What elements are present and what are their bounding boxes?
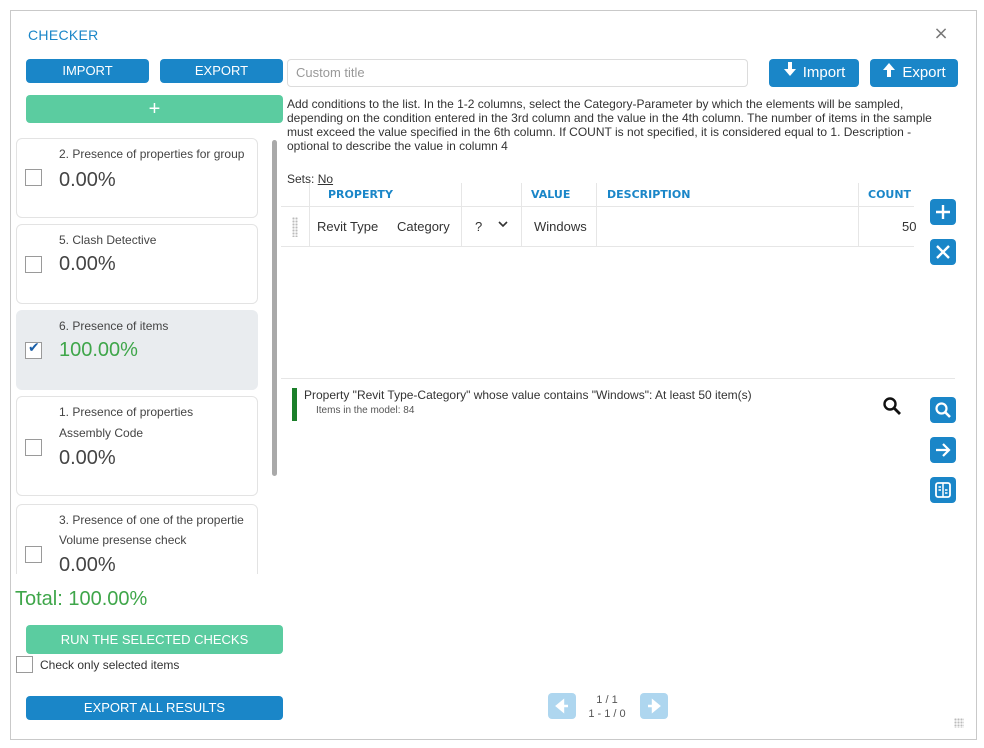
arrow-up-icon — [882, 59, 896, 87]
check-card[interactable]: 1. Presence of properties Assembly Code … — [16, 396, 258, 496]
delete-condition-button[interactable] — [930, 239, 956, 265]
header-description: DESCRIPTION — [607, 188, 691, 201]
search-icon[interactable] — [882, 396, 902, 420]
check-subtitle: Assembly Code — [59, 426, 144, 440]
chevron-down-icon[interactable] — [498, 217, 508, 232]
zoom-to-items-button[interactable] — [930, 397, 956, 423]
next-page-button[interactable] — [640, 693, 668, 719]
custom-title-input[interactable]: Custom title — [287, 59, 748, 87]
check-card[interactable]: 2. Presence of properties for group 0.00… — [16, 138, 258, 218]
export-conditions-button[interactable]: Export — [870, 59, 958, 87]
total-percent: Total: 100.00% — [15, 588, 148, 610]
export-conditions-label: Export — [902, 64, 946, 81]
page-indicator: 1 / 1 — [596, 694, 618, 706]
check-percent: 100.00% — [59, 339, 138, 361]
window-title: CHECKER — [28, 27, 99, 43]
cell-property[interactable]: Revit Type — [317, 219, 378, 234]
check-percent: 0.00% — [59, 253, 116, 275]
instructions-text: Add conditions to the list. In the 1-2 c… — [287, 97, 932, 153]
arrow-down-icon — [783, 59, 797, 87]
header-value: VALUE — [531, 188, 571, 201]
section-divider — [281, 378, 955, 379]
close-icon[interactable]: × — [932, 25, 950, 43]
result-status-bar — [292, 388, 297, 421]
run-selected-checks-button[interactable]: RUN THE SELECTED CHECKS — [26, 625, 283, 654]
previous-page-button[interactable] — [548, 693, 576, 719]
range-indicator: 1 - 1 / 0 — [588, 708, 626, 720]
check-card-selected[interactable]: 6. Presence of items ✔ 100.00% — [16, 310, 258, 390]
check-title: 6. Presence of items — [59, 319, 169, 333]
check-only-selected-label: Check only selected items — [40, 658, 180, 672]
condition-row[interactable]: Revit Type Category ? Windows 50 — [281, 207, 916, 247]
header-count: COUNT — [868, 188, 912, 201]
resize-grip-icon[interactable] — [954, 718, 964, 728]
import-conditions-label: Import — [802, 64, 846, 81]
import-conditions-button[interactable]: Import — [769, 59, 859, 87]
cell-value[interactable]: Windows — [534, 219, 587, 234]
check-card[interactable]: 5. Clash Detective 0.00% — [16, 224, 258, 304]
result-text: Property "Revit Type-Category" whose val… — [304, 388, 752, 402]
drag-handle-icon[interactable] — [292, 217, 298, 237]
list-scrollbar[interactable] — [272, 140, 277, 476]
check-title: 1. Presence of properties — [59, 405, 194, 419]
check-checkbox[interactable] — [25, 169, 42, 186]
export-all-results-button[interactable]: EXPORT ALL RESULTS — [26, 696, 283, 720]
check-checkbox[interactable] — [25, 256, 42, 273]
check-checkbox[interactable] — [25, 546, 42, 563]
grid-header: PROPERTY VALUE DESCRIPTION COUNT — [281, 183, 914, 207]
selection-set-button[interactable] — [930, 477, 956, 503]
checks-list: 2. Presence of properties for group 0.00… — [16, 128, 278, 574]
check-checkbox[interactable] — [25, 439, 42, 456]
cell-condition[interactable]: ? — [475, 219, 482, 234]
go-to-items-button[interactable] — [930, 437, 956, 463]
conditions-grid: PROPERTY VALUE DESCRIPTION COUNT Revit T… — [281, 183, 916, 378]
check-title: 2. Presence of properties for group — [59, 147, 245, 161]
add-check-button[interactable]: + — [26, 95, 283, 123]
check-percent: 0.00% — [59, 447, 116, 469]
check-percent: 0.00% — [59, 169, 116, 191]
check-title: 3. Presence of one of the propertie — [59, 513, 244, 527]
export-button[interactable]: EXPORT — [160, 59, 283, 83]
checkmark-icon: ✔ — [28, 340, 40, 356]
result-items-count: Items in the model: 84 — [316, 405, 415, 416]
header-property: PROPERTY — [328, 188, 393, 201]
cell-parameter[interactable]: Category — [397, 219, 450, 234]
check-checkbox[interactable]: ✔ — [25, 340, 42, 359]
add-condition-button[interactable] — [930, 199, 956, 225]
check-card[interactable]: 3. Presence of one of the propertie Volu… — [16, 504, 258, 574]
cell-count[interactable]: 50 — [902, 219, 916, 234]
check-subtitle: Volume presense check — [59, 533, 187, 547]
check-title: 5. Clash Detective — [59, 233, 157, 247]
check-only-selected-checkbox[interactable] — [16, 656, 33, 673]
check-percent: 0.00% — [59, 554, 116, 574]
import-button[interactable]: IMPORT — [26, 59, 149, 83]
